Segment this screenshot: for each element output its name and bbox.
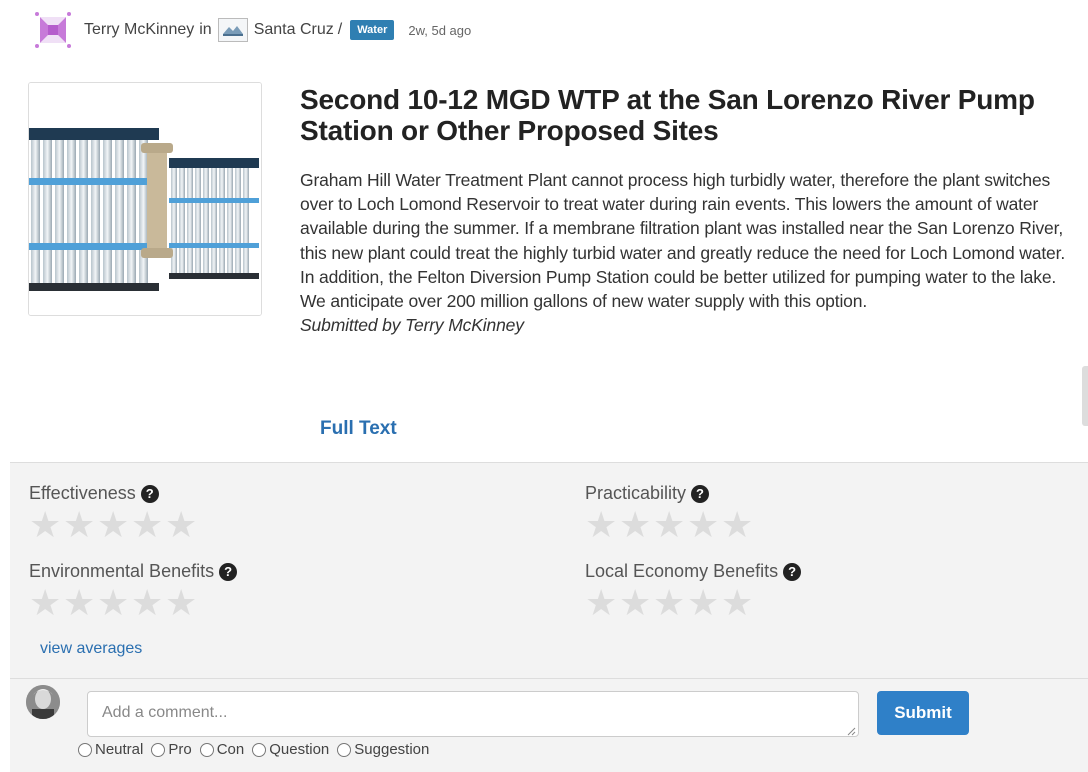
radio-icon[interactable] — [151, 742, 166, 757]
star-rating[interactable]: ★ ★ ★ ★ ★ — [29, 507, 199, 543]
comment-type-neutral[interactable]: Neutral — [78, 741, 143, 758]
post-timestamp: 2w, 5d ago — [408, 22, 472, 38]
star-icon[interactable]: ★ — [63, 507, 97, 543]
star-icon[interactable]: ★ — [131, 507, 165, 543]
comment-composer: Submit Neutral Pro Con Question Suggesti… — [10, 678, 1088, 772]
organization-name[interactable]: Santa Cruz — [254, 21, 334, 39]
star-icon[interactable]: ★ — [97, 507, 131, 543]
comment-type-label: Pro — [168, 741, 192, 758]
star-icon[interactable]: ★ — [165, 507, 199, 543]
rating-label-text: Practicability — [585, 483, 687, 503]
full-text-link[interactable]: Full Text — [320, 418, 397, 440]
rating-label: Effectiveness ? — [29, 483, 199, 504]
comment-type-suggestion[interactable]: Suggestion — [337, 741, 429, 758]
rating-practicability: Practicability ? ★ ★ ★ ★ ★ — [585, 483, 755, 543]
star-rating[interactable]: ★ ★ ★ ★ ★ — [29, 585, 237, 621]
commenter-avatar — [26, 685, 60, 719]
star-icon[interactable]: ★ — [29, 585, 63, 621]
star-rating[interactable]: ★ ★ ★ ★ ★ — [585, 585, 801, 621]
star-icon[interactable]: ★ — [653, 507, 687, 543]
radio-icon[interactable] — [78, 742, 92, 757]
star-icon[interactable]: ★ — [63, 585, 97, 621]
side-feedback-tab[interactable] — [1082, 366, 1088, 426]
rating-environmental-benefits: Environmental Benefits ? ★ ★ ★ ★ ★ — [29, 561, 238, 621]
help-icon[interactable]: ? — [783, 562, 802, 581]
star-icon[interactable]: ★ — [585, 585, 619, 621]
post-header: Terry McKinney in Santa Cruz / Water 2w,… — [34, 10, 471, 50]
help-icon[interactable]: ? — [691, 484, 710, 503]
post-title[interactable]: Second 10-12 MGD WTP at the San Lorenzo … — [300, 84, 1070, 146]
help-icon[interactable]: ? — [140, 484, 159, 503]
comment-type-options: Neutral Pro Con Question Suggestion — [78, 741, 437, 758]
star-icon[interactable]: ★ — [619, 507, 653, 543]
star-icon[interactable]: ★ — [97, 585, 131, 621]
star-icon[interactable]: ★ — [29, 507, 63, 543]
star-icon[interactable]: ★ — [687, 507, 721, 543]
star-rating[interactable]: ★ ★ ★ ★ ★ — [585, 507, 755, 543]
rating-effectiveness: Effectiveness ? ★ ★ ★ ★ ★ — [29, 483, 199, 543]
star-icon[interactable]: ★ — [165, 585, 199, 621]
comment-type-label: Con — [216, 741, 245, 758]
rating-label-text: Effectiveness — [29, 483, 136, 503]
rating-label: Local Economy Benefits ? — [585, 561, 802, 582]
post-thumbnail-image[interactable] — [28, 82, 262, 316]
star-icon[interactable]: ★ — [585, 507, 619, 543]
ratings-panel: Effectiveness ? ★ ★ ★ ★ ★ Practicability… — [10, 462, 1088, 678]
post-description: Graham Hill Water Treatment Plant cannot… — [300, 168, 1080, 337]
submit-button[interactable]: Submit — [877, 691, 969, 735]
breadcrumb-separator: / — [337, 21, 343, 38]
comment-type-pro[interactable]: Pro — [151, 741, 192, 758]
view-averages-link[interactable]: view averages — [40, 640, 142, 658]
star-icon[interactable]: ★ — [619, 585, 653, 621]
rating-label-text: Local Economy Benefits — [585, 561, 779, 581]
submitted-by: Submitted by Terry McKinney — [300, 315, 524, 336]
rating-local-economy-benefits: Local Economy Benefits ? ★ ★ ★ ★ ★ — [585, 561, 802, 621]
radio-icon[interactable] — [252, 742, 267, 757]
comment-type-label: Question — [269, 741, 330, 758]
comment-type-label: Suggestion — [354, 741, 430, 758]
resize-handle-icon[interactable] — [846, 723, 856, 736]
star-icon[interactable]: ★ — [131, 585, 165, 621]
radio-icon[interactable] — [199, 742, 214, 757]
santa-cruz-logo-icon[interactable] — [217, 18, 248, 42]
rating-label-text: Environmental Benefits — [29, 561, 215, 581]
category-tag-badge[interactable]: Water — [350, 20, 395, 40]
author-avatar-icon[interactable] — [34, 11, 72, 49]
rating-label: Practicability ? — [585, 483, 755, 504]
radio-icon[interactable] — [337, 742, 352, 757]
comment-input[interactable] — [87, 691, 859, 737]
star-icon[interactable]: ★ — [653, 585, 687, 621]
help-icon[interactable]: ? — [219, 562, 238, 581]
comment-type-question[interactable]: Question — [252, 741, 329, 758]
star-icon[interactable]: ★ — [687, 585, 721, 621]
in-word: in — [199, 21, 212, 38]
comment-type-con[interactable]: Con — [199, 741, 245, 758]
star-icon[interactable]: ★ — [721, 585, 755, 621]
rating-label: Environmental Benefits ? — [29, 561, 238, 582]
author-name[interactable]: Terry McKinney — [84, 21, 194, 39]
comment-type-label: Neutral — [95, 741, 144, 758]
post-description-text: Graham Hill Water Treatment Plant cannot… — [300, 170, 1066, 312]
star-icon[interactable]: ★ — [721, 507, 755, 543]
